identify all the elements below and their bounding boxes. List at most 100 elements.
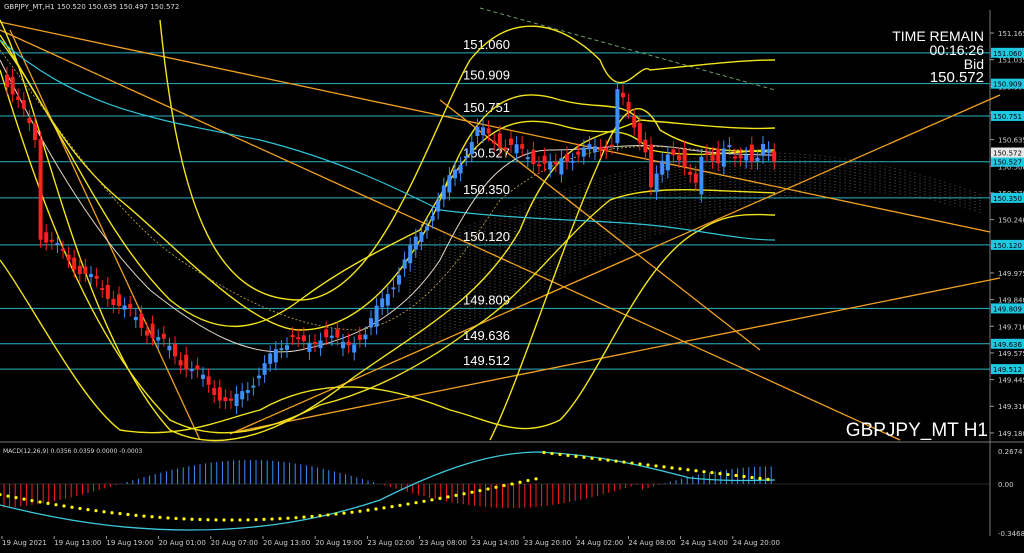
macd-signal-dot — [558, 452, 562, 456]
time-tick-label: 20 Aug 19:00 — [315, 539, 362, 547]
macd-signal-dot — [22, 497, 26, 501]
level-tag-text: 149.809 — [993, 305, 1022, 313]
bull-candle — [447, 175, 452, 193]
bull-candle — [262, 363, 267, 375]
bear-candle — [117, 294, 121, 306]
time-tick-label: 20 Aug 13:00 — [263, 539, 310, 547]
price-tick-label: 150.240 — [998, 217, 1024, 225]
bull-candle — [481, 127, 485, 136]
background — [0, 0, 1024, 549]
macd-signal-dot — [574, 454, 578, 458]
level-tag-text: 149.636 — [993, 341, 1022, 349]
macd-signal-dot — [670, 466, 674, 470]
bear-candle — [677, 155, 681, 161]
macd-signal-dot — [358, 509, 362, 513]
level-tag-text: 150.350 — [993, 195, 1022, 203]
bull-candle — [581, 147, 586, 157]
macd-signal-dot — [438, 496, 442, 500]
bull-candle — [464, 156, 469, 159]
macd-signal-dot — [110, 511, 114, 515]
price-tick-label: 149.575 — [998, 350, 1024, 358]
bear-candle — [542, 155, 547, 164]
price-tick-label: 149.445 — [998, 377, 1024, 385]
chart-window[interactable]: 151.165151.035150.900150.765150.635150.5… — [0, 0, 1024, 549]
macd-signal-dot — [494, 485, 498, 489]
bull-candle — [279, 348, 284, 351]
bull-candle — [587, 144, 592, 150]
price-tick-label: 149.710 — [998, 323, 1024, 331]
macd-signal-dot — [526, 478, 530, 483]
bear-candle — [128, 303, 133, 309]
bear-candle — [72, 257, 77, 270]
macd-signal-dot — [654, 464, 658, 468]
level-label: 151.060 — [463, 37, 510, 52]
macd-signal-dot — [606, 458, 610, 462]
bear-candle — [716, 148, 721, 164]
bull-candle — [341, 341, 345, 349]
level-tag-text: 150.751 — [993, 113, 1022, 121]
bear-candle — [632, 116, 637, 128]
macd-signal-dot — [414, 501, 418, 505]
bear-candle — [195, 365, 200, 370]
bull-candle — [413, 236, 418, 250]
bear-candle — [10, 76, 15, 95]
bear-candle — [705, 152, 709, 155]
macd-signal-dot — [422, 499, 426, 503]
bull-candle — [660, 160, 665, 175]
macd-signal-dot — [550, 451, 554, 456]
macd-signal-dot — [702, 470, 706, 474]
bear-candle — [184, 354, 189, 370]
bull-candle — [374, 305, 379, 327]
macd-signal-dot — [318, 514, 322, 518]
macd-signal-dot — [622, 460, 626, 464]
bull-candle — [245, 390, 250, 393]
macd-signal-dot — [142, 514, 146, 518]
macd-signal-dot — [294, 516, 298, 520]
macd-signal-dot — [486, 487, 490, 491]
bear-candle — [749, 144, 754, 162]
bull-candle — [156, 337, 161, 341]
macd-signal-dot — [598, 457, 602, 461]
bear-candle — [290, 335, 295, 338]
level-label: 150.120 — [463, 229, 510, 244]
macd-signal-dot — [454, 493, 458, 497]
bull-candle — [89, 273, 93, 277]
price-chart[interactable]: 151.165151.035150.900150.765150.635150.5… — [0, 0, 1024, 549]
bear-candle — [509, 138, 513, 145]
macd-signal-dot — [542, 450, 546, 455]
bear-candle — [139, 313, 144, 328]
bull-candle — [525, 157, 530, 160]
bear-candle — [94, 275, 99, 279]
macd-signal-dot — [518, 480, 522, 484]
macd-signal-dot — [310, 514, 314, 519]
price-tick-label: 149.180 — [998, 430, 1024, 438]
bear-candle — [537, 164, 541, 167]
time-tick-label: 23 Aug 14:00 — [472, 539, 519, 547]
bear-candle — [178, 360, 183, 366]
bear-candle — [609, 144, 614, 147]
bull-candle — [318, 340, 323, 349]
bear-candle — [649, 144, 653, 188]
bull-candle — [189, 369, 194, 372]
macd-signal-dot — [502, 484, 506, 488]
macd-signal-dot — [238, 518, 242, 522]
bull-candle — [240, 391, 245, 400]
bull-candle — [458, 164, 463, 174]
macd-signal-dot — [678, 467, 682, 471]
macd-signal-dot — [582, 455, 586, 459]
macd-signal-dot — [254, 518, 258, 522]
bear-candle — [49, 239, 54, 242]
macd-signal-dot — [510, 482, 514, 486]
bull-candle — [167, 345, 172, 351]
bear-candle — [682, 149, 687, 167]
macd-signal-dot — [174, 516, 178, 521]
bull-candle — [469, 142, 474, 155]
bull-candle — [234, 393, 239, 407]
bear-candle — [346, 341, 351, 346]
macd-signal-dot — [614, 459, 618, 463]
bull-candle — [755, 157, 760, 162]
macd-signal-dot — [758, 476, 762, 480]
bear-candle — [643, 139, 648, 153]
time-tick-label: 24 Aug 20:00 — [733, 539, 780, 547]
bear-candle — [637, 123, 642, 143]
